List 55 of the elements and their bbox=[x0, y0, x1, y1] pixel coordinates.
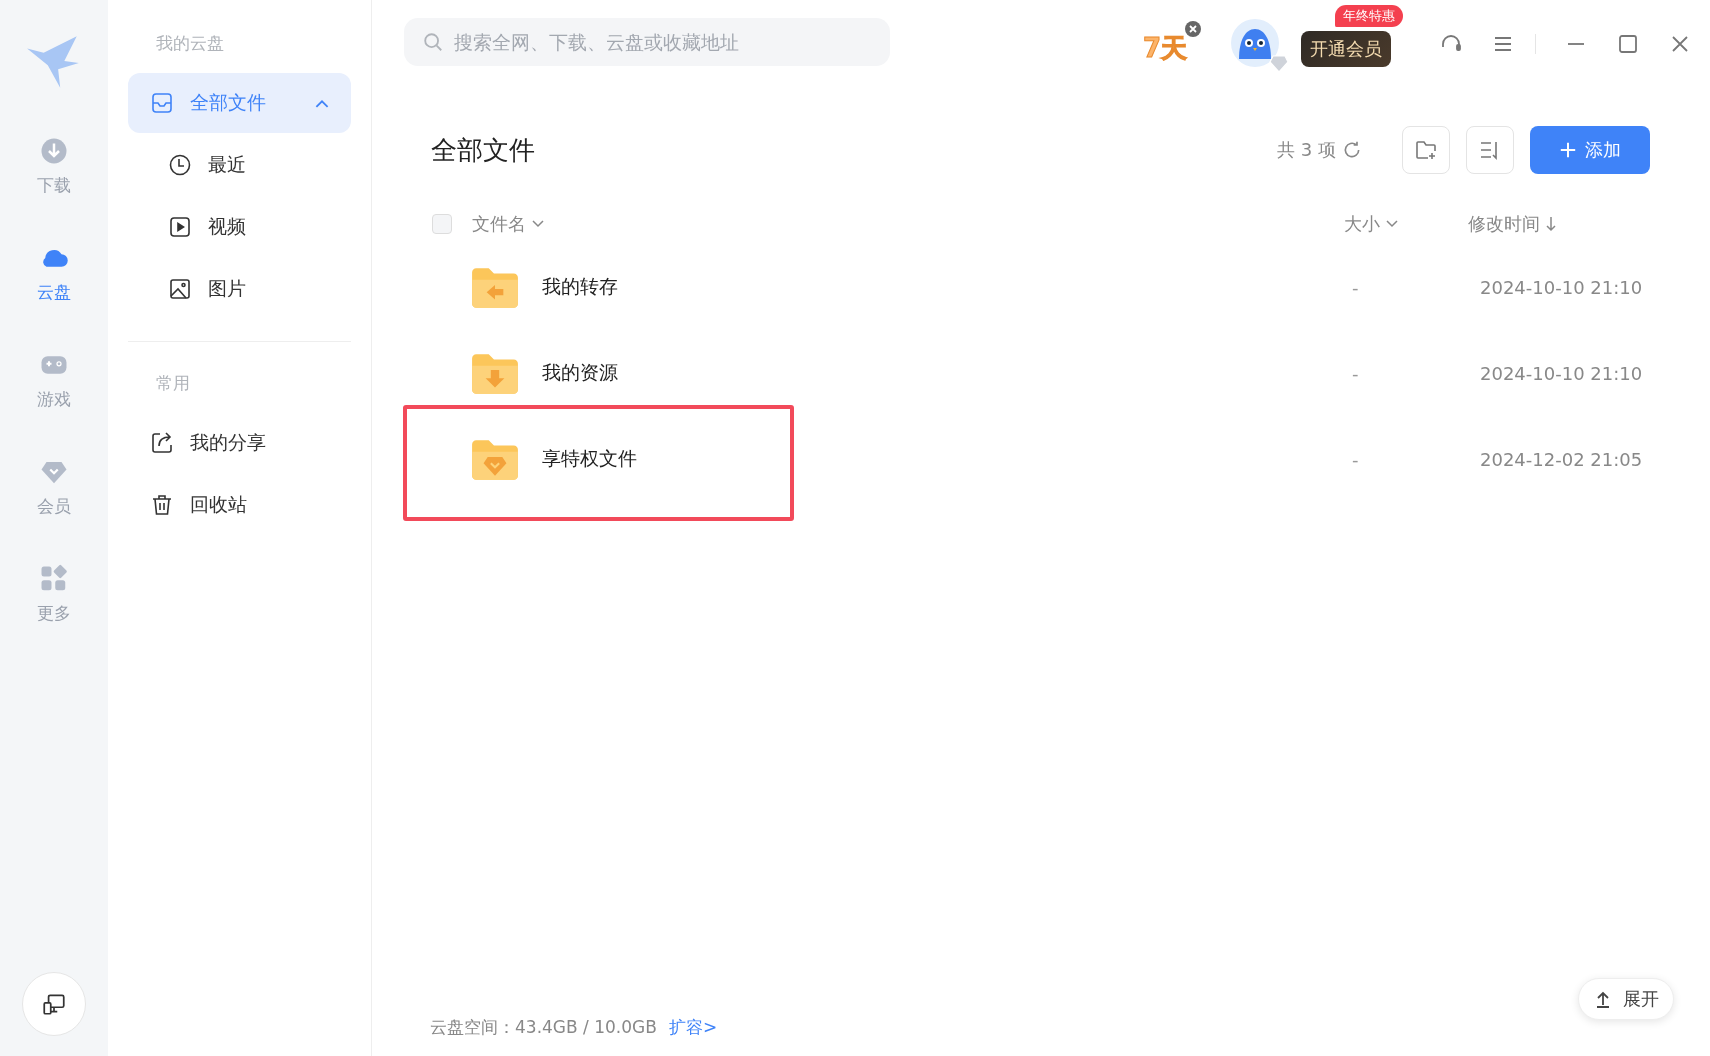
trash-icon bbox=[150, 493, 174, 517]
sidebar-item[interactable]: 回收站 bbox=[128, 475, 351, 535]
image-icon bbox=[168, 277, 192, 301]
add-button[interactable]: 添加 bbox=[1530, 126, 1650, 174]
rail-tab[interactable]: 云盘 bbox=[37, 243, 71, 304]
play-icon bbox=[168, 215, 192, 239]
file-name[interactable]: 我的资源 bbox=[542, 360, 618, 386]
folder-plus-icon bbox=[1414, 138, 1438, 162]
expand-button[interactable]: 展开 bbox=[1578, 978, 1674, 1020]
bird-avatar[interactable] bbox=[1231, 19, 1279, 67]
column-header[interactable]: 文件名 bbox=[472, 212, 1344, 236]
maximize-icon[interactable] bbox=[1616, 32, 1640, 56]
rail-tab[interactable]: 更多 bbox=[37, 564, 71, 625]
modified-time: 2024-12-02 21:05 bbox=[1480, 448, 1644, 470]
caret-icon bbox=[315, 98, 329, 108]
file-size: - bbox=[1352, 448, 1360, 470]
column-header[interactable]: 大小 bbox=[1344, 212, 1468, 236]
storage-usage: 云盘空间：43.4GB / 10.0GB bbox=[430, 1015, 657, 1039]
close-icon[interactable] bbox=[1185, 20, 1201, 37]
refresh-icon[interactable] bbox=[1342, 140, 1362, 160]
new-folder-button[interactable] bbox=[1402, 126, 1450, 174]
sidebar-item[interactable]: 最近 bbox=[128, 135, 351, 195]
rail-tab[interactable]: 下载 bbox=[37, 136, 71, 197]
file-name[interactable]: 享特权文件 bbox=[542, 446, 637, 472]
trial-badge[interactable]: 7天 bbox=[1142, 32, 1187, 63]
item-count: 共 3 项 bbox=[1277, 138, 1336, 162]
download-icon bbox=[39, 136, 69, 166]
column-header[interactable]: 修改时间 bbox=[1468, 212, 1632, 236]
clock-icon bbox=[168, 153, 192, 177]
file-size: - bbox=[1352, 276, 1360, 298]
modified-time: 2024-10-10 21:10 bbox=[1480, 362, 1644, 384]
rail-tab[interactable]: 会员 bbox=[37, 457, 71, 518]
modified-time: 2024-10-10 21:10 bbox=[1480, 276, 1644, 298]
plus-icon bbox=[1559, 141, 1577, 159]
search-field[interactable]: 搜索全网、下载、云盘或收藏地址 bbox=[404, 18, 890, 66]
share-icon bbox=[150, 431, 174, 455]
rail-tab[interactable]: 游戏 bbox=[37, 350, 71, 411]
tray-icon bbox=[150, 91, 174, 115]
sidebar-item[interactable]: 视频 bbox=[128, 197, 351, 257]
file-name[interactable]: 我的转存 bbox=[542, 274, 618, 300]
section-title: 常用 bbox=[155, 372, 191, 395]
search-icon bbox=[422, 31, 444, 53]
promo-badge: 年终特惠 bbox=[1335, 5, 1403, 27]
sidebar-item[interactable]: 全部文件 bbox=[128, 73, 351, 133]
sort-button[interactable] bbox=[1466, 126, 1514, 174]
file-size: - bbox=[1352, 362, 1360, 384]
vip-button[interactable]: 开通会员 bbox=[1301, 31, 1391, 67]
sidebar-item[interactable]: 我的分享 bbox=[128, 413, 351, 473]
devices-icon bbox=[41, 991, 67, 1017]
page-title: 全部文件 bbox=[430, 133, 535, 167]
sidebar-item[interactable]: 图片 bbox=[128, 259, 351, 319]
select-all-checkbox[interactable] bbox=[432, 214, 452, 234]
diamond-icon bbox=[1269, 53, 1289, 73]
section-title: 我的云盘 bbox=[155, 32, 225, 55]
upgrade-link[interactable]: 扩容> bbox=[668, 979, 718, 1039]
